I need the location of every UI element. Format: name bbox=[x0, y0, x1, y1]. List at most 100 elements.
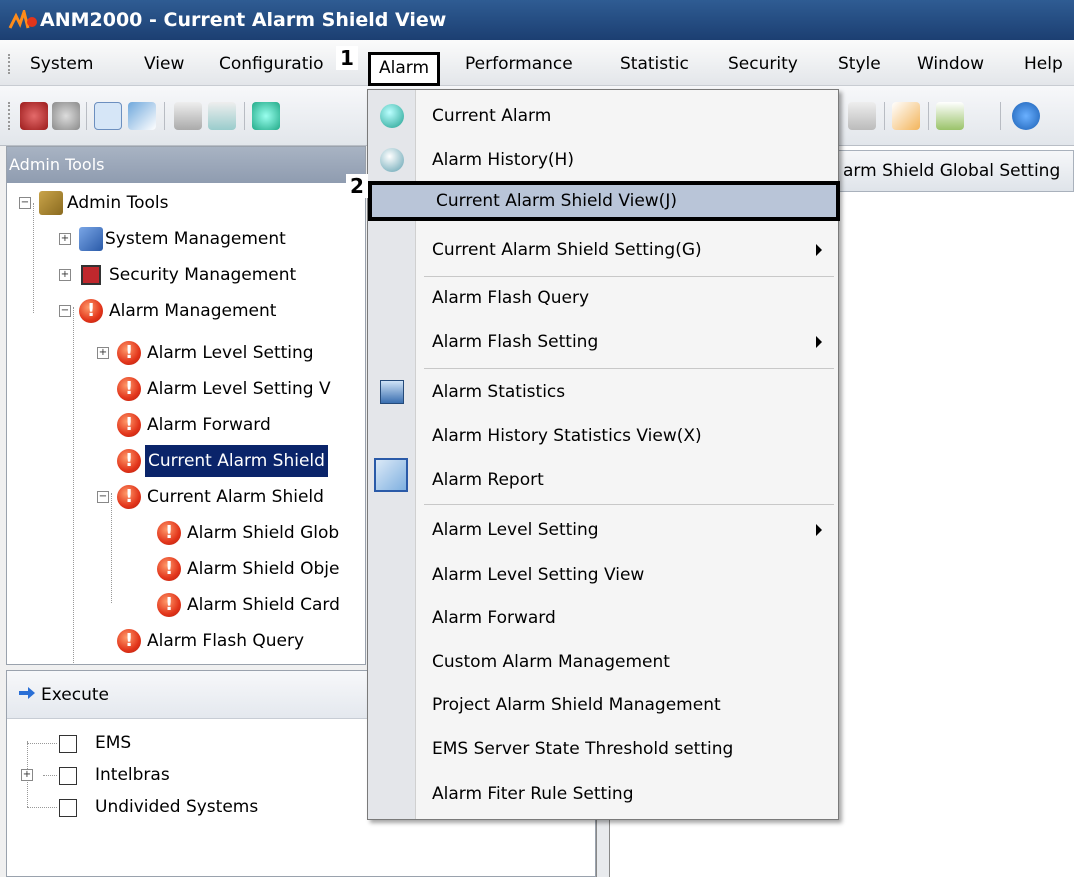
menubar-grip[interactable] bbox=[8, 54, 11, 74]
menu-item-current-alarm[interactable]: Current Alarm bbox=[416, 96, 840, 136]
menu-item-current-alarm-shield-view[interactable]: Current Alarm Shield View(J) bbox=[368, 181, 840, 221]
tree-connector bbox=[27, 807, 57, 808]
menu-item-alarm-level-setting-view[interactable]: Alarm Level Setting View bbox=[416, 555, 840, 595]
alarm-bell-icon[interactable] bbox=[252, 102, 280, 130]
title-bar: ANM2000 - Current Alarm Shield View bbox=[0, 0, 1074, 40]
menu-item-alarm-flash-query[interactable]: Alarm Flash Query bbox=[416, 278, 840, 318]
menu-statistic[interactable]: Statistic bbox=[620, 50, 689, 78]
collapse-icon[interactable]: − bbox=[97, 491, 109, 503]
tree-connector bbox=[33, 203, 34, 313]
settings-gears-icon[interactable] bbox=[52, 102, 80, 130]
menu-item-alarm-level-setting[interactable]: Alarm Level Setting bbox=[416, 510, 840, 550]
tree-label: System Management bbox=[105, 229, 286, 249]
document-icon[interactable] bbox=[174, 102, 202, 130]
tree-label: Alarm Shield Card bbox=[187, 595, 340, 615]
undivided-systems-label: Undivided Systems bbox=[95, 797, 259, 817]
menu-item-label: Current Alarm Shield Setting(G) bbox=[432, 240, 702, 260]
menu-separator bbox=[424, 276, 834, 277]
help-icon[interactable] bbox=[1012, 102, 1040, 130]
menu-item-project-alarm-shield-management[interactable]: Project Alarm Shield Management bbox=[416, 685, 840, 725]
menu-separator bbox=[424, 368, 834, 369]
toolbar-separator bbox=[244, 102, 245, 130]
menu-item-label: Alarm History Statistics View(X) bbox=[432, 426, 702, 446]
tree-label: Current Alarm Shield bbox=[147, 487, 324, 507]
menu-item-alarm-history-statistics-view[interactable]: Alarm History Statistics View(X) bbox=[416, 416, 840, 456]
execute-label: Execute bbox=[41, 685, 109, 705]
toolbar-separator bbox=[86, 102, 87, 130]
collapse-icon[interactable]: − bbox=[59, 305, 71, 317]
menu-separator bbox=[424, 504, 834, 505]
menu-view[interactable]: View bbox=[144, 50, 184, 78]
tree-label: Current Alarm Shield bbox=[145, 445, 328, 477]
menu-item-custom-alarm-management[interactable]: Custom Alarm Management bbox=[416, 642, 840, 682]
current-alarm-icon bbox=[380, 104, 404, 128]
menu-item-alarm-report[interactable]: Alarm Report bbox=[416, 460, 840, 500]
menu-item-ems-server-state-threshold[interactable]: EMS Server State Threshold setting bbox=[416, 729, 840, 769]
menu-performance[interactable]: Performance bbox=[465, 50, 573, 78]
list-dropdown-icon[interactable] bbox=[936, 102, 964, 130]
menu-system[interactable]: System bbox=[30, 50, 93, 78]
menu-security[interactable]: Security bbox=[728, 50, 798, 78]
ems-label: EMS bbox=[95, 733, 132, 753]
menu-item-alarm-filter-rule-setting[interactable]: Alarm Fiter Rule Setting bbox=[416, 774, 840, 814]
tree-label: Alarm Shield Glob bbox=[187, 523, 340, 543]
toolbar-separator bbox=[884, 102, 885, 130]
alarm-icon bbox=[117, 445, 141, 477]
tree-label: Alarm Flash Query bbox=[147, 631, 305, 651]
menu-help[interactable]: Help bbox=[1024, 50, 1063, 78]
chart-icon[interactable] bbox=[128, 102, 156, 130]
alarm-icon bbox=[117, 481, 141, 513]
menu-item-label: EMS Server State Threshold setting bbox=[432, 739, 734, 759]
alarm-icon bbox=[157, 589, 181, 621]
menu-style[interactable]: Style bbox=[838, 50, 881, 78]
app-logo-icon bbox=[8, 10, 37, 29]
edit-icon[interactable] bbox=[848, 102, 876, 130]
tree-connector bbox=[43, 775, 57, 776]
menu-item-current-alarm-shield-setting[interactable]: Current Alarm Shield Setting(G) bbox=[416, 230, 840, 270]
menu-item-label: Alarm Flash Setting bbox=[432, 332, 599, 352]
submenu-arrow-icon bbox=[816, 336, 822, 348]
intelbras-checkbox[interactable] bbox=[59, 767, 77, 785]
menu-item-label: Alarm Level Setting bbox=[432, 520, 599, 540]
topology-icon[interactable] bbox=[94, 102, 122, 130]
menu-alarm[interactable]: Alarm bbox=[368, 52, 441, 86]
expand-icon[interactable]: + bbox=[59, 233, 71, 245]
expand-icon[interactable]: + bbox=[21, 769, 33, 781]
tools-icon bbox=[39, 191, 63, 215]
alarm-icon bbox=[79, 295, 103, 327]
collapse-icon[interactable]: − bbox=[19, 197, 31, 209]
menu-window[interactable]: Window bbox=[917, 50, 984, 78]
alarm-history-icon bbox=[380, 148, 404, 172]
statistics-icon bbox=[380, 380, 404, 404]
menu-configuration[interactable]: Configuratio bbox=[219, 50, 349, 78]
menu-item-label: Project Alarm Shield Management bbox=[432, 695, 721, 715]
menu-item-label: Current Alarm Shield View(J) bbox=[436, 191, 677, 211]
toolbar-separator bbox=[1000, 102, 1001, 130]
disconnect-icon[interactable] bbox=[20, 102, 48, 130]
document-history-icon[interactable] bbox=[208, 102, 236, 130]
tree-connector bbox=[73, 307, 74, 664]
tree-label: Alarm Management bbox=[109, 301, 277, 321]
toolbar-grip[interactable] bbox=[8, 102, 11, 130]
intelbras-label: Intelbras bbox=[95, 765, 170, 785]
security-icon bbox=[81, 265, 101, 285]
menu-item-label: Custom Alarm Management bbox=[432, 652, 670, 672]
menu-item-label: Alarm Statistics bbox=[432, 382, 566, 402]
menu-item-alarm-forward[interactable]: Alarm Forward bbox=[416, 598, 840, 638]
undivided-systems-checkbox[interactable] bbox=[59, 799, 77, 817]
toolbar-separator bbox=[928, 102, 929, 130]
menu-item-alarm-statistics[interactable]: Alarm Statistics bbox=[416, 372, 840, 412]
menu-item-alarm-flash-setting[interactable]: Alarm Flash Setting bbox=[416, 322, 840, 362]
submenu-arrow-icon bbox=[816, 524, 822, 536]
menu-item-label: Alarm Fiter Rule Setting bbox=[432, 784, 634, 804]
ems-checkbox[interactable] bbox=[59, 735, 77, 753]
menu-item-alarm-history[interactable]: Alarm History(H) bbox=[416, 140, 840, 180]
menu-bar: System View Configuratio Alarm Performan… bbox=[0, 40, 1074, 86]
expand-icon[interactable]: + bbox=[59, 269, 71, 281]
tree-label: Alarm Level Setting bbox=[147, 343, 314, 363]
tree-connector bbox=[27, 743, 57, 744]
alarm-icon bbox=[117, 337, 141, 369]
pencil-icon[interactable] bbox=[892, 102, 920, 130]
expand-icon[interactable]: + bbox=[97, 347, 109, 359]
step-2-callout: 2 bbox=[346, 174, 368, 198]
